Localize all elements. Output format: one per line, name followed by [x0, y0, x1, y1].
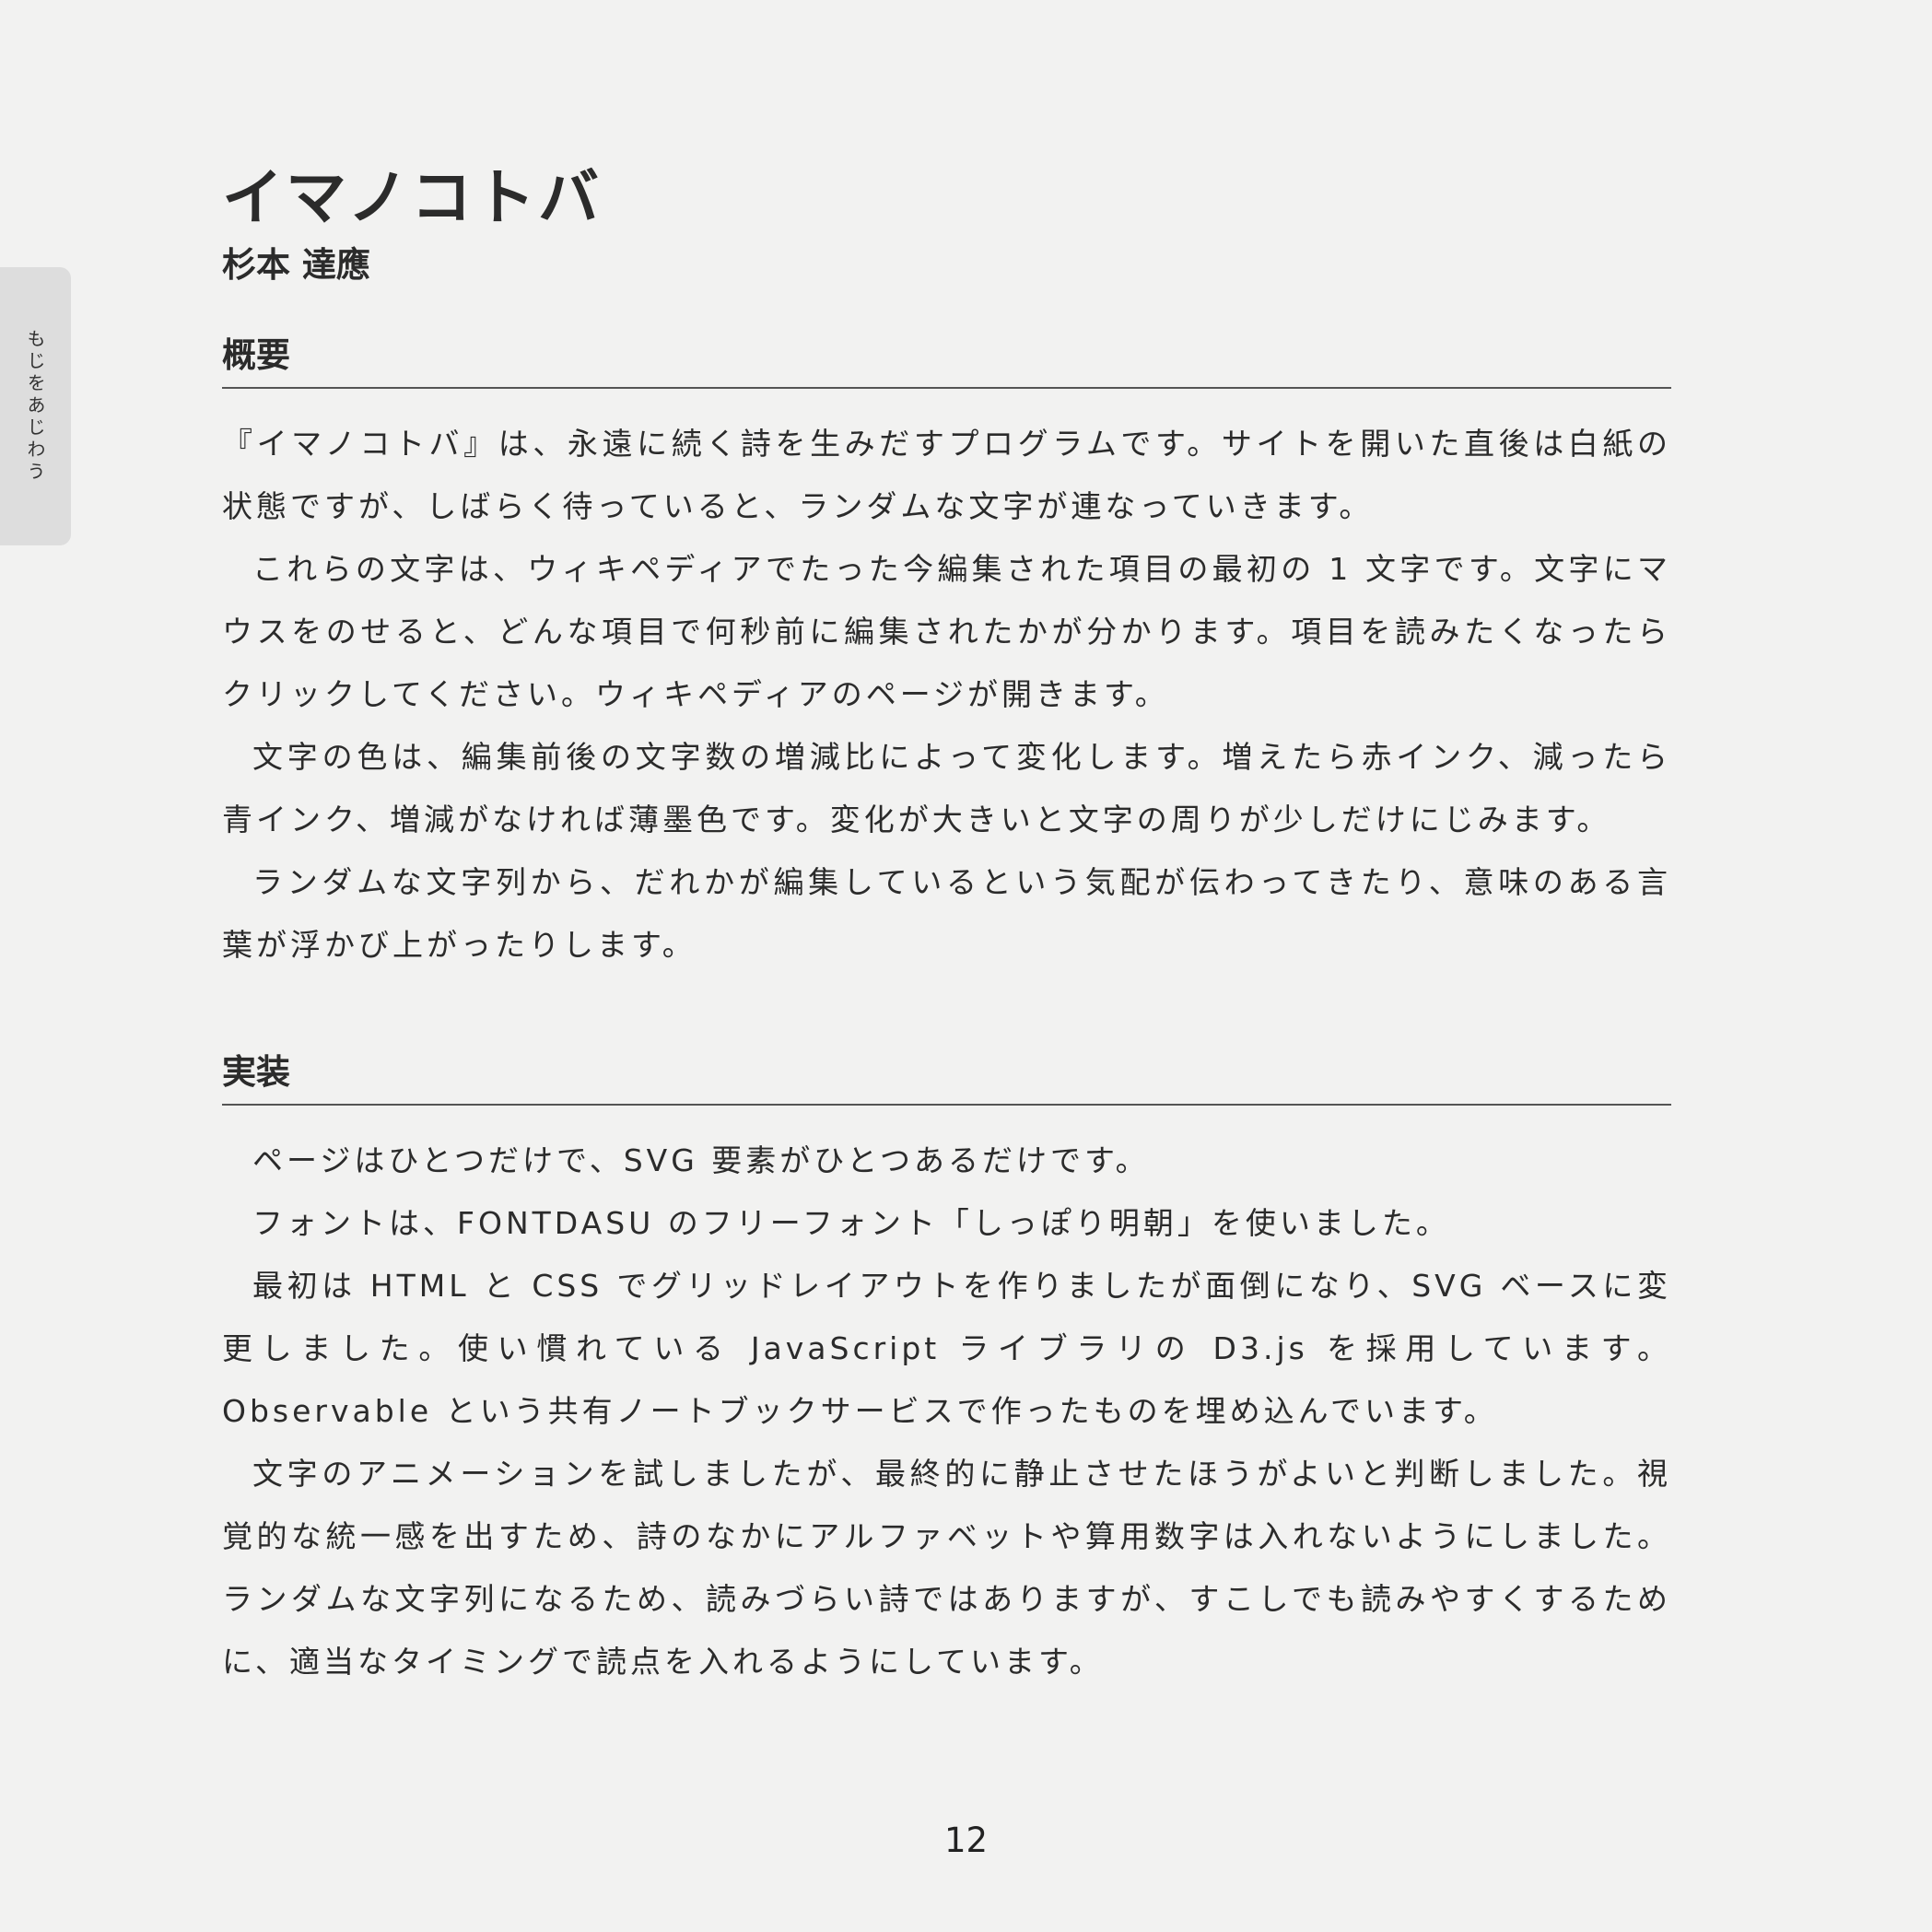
section-heading-overview: 概要 [222, 332, 1671, 389]
page-number: 12 [943, 1821, 989, 1860]
article-title: イマノコトバ [222, 162, 603, 233]
paragraph: ページはひとつだけで、SVG 要素がひとつあるだけです。 [252, 1142, 1150, 1178]
side-tab-label: もじをあじわう [24, 329, 46, 484]
section-body-overview: 『イマノコトバ』は、永遠に続く詩を生みだすプログラムです。サイトを開いた直後は白… [222, 413, 1671, 977]
paragraph: ランダムな文字列から、だれかが編集しているという気配が伝わってきたり、意味のある… [222, 864, 1671, 963]
section-heading-implementation: 実装 [222, 1048, 1671, 1106]
paragraph: 文字のアニメーションを試しましたが、最終的に静止させたほうがよいと判断しました。… [222, 1456, 1671, 1680]
article: イマノコトバ 杉本 達應 概要 『イマノコトバ』は、永遠に続く詩を生みだすプログ… [222, 157, 1671, 1693]
paragraph: 最初は HTML と CSS でグリッドレイアウトを作りましたが面倒になり、SV… [222, 1268, 1671, 1429]
paragraph: これらの文字は、ウィキペディアでたった今編集された項目の最初の 1 文字です。文… [222, 551, 1671, 712]
paragraph: 『イマノコトバ』は、永遠に続く詩を生みだすプログラムです。サイトを開いた直後は白… [222, 426, 1671, 524]
paragraph: 文字の色は、編集前後の文字数の増減比によって変化します。増えたら赤インク、減った… [222, 739, 1671, 837]
paragraph: フォントは、FONTDASU のフリーフォント「しっぽり明朝」を使いました。 [252, 1205, 1450, 1241]
side-tab: もじをあじわう [0, 267, 71, 545]
section-body-implementation: ページはひとつだけで、SVG 要素がひとつあるだけです。 フォントは、FONTD… [222, 1130, 1671, 1693]
article-author: 杉本 達應 [222, 245, 370, 285]
